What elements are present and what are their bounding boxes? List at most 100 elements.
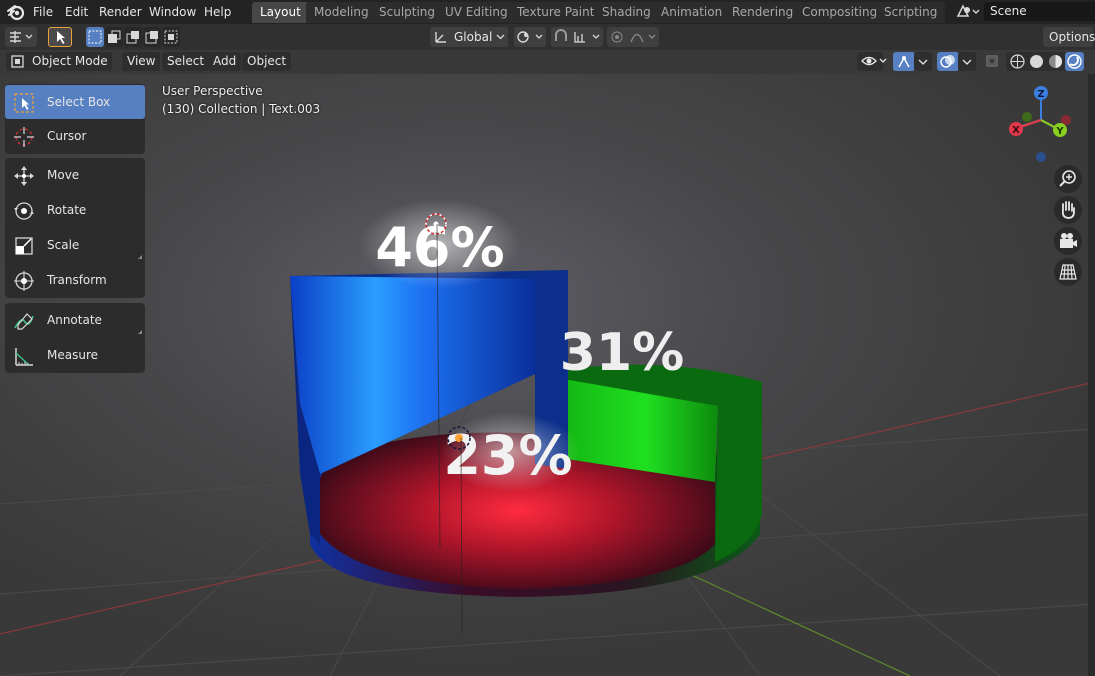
- select-mode-new-button[interactable]: [86, 27, 104, 47]
- snap-icon: [555, 29, 600, 43]
- tool-label: Move: [47, 168, 80, 182]
- camera-view-button[interactable]: [1054, 227, 1082, 255]
- tab-uv-editing[interactable]: UV Editing: [437, 2, 516, 23]
- editor-type-button[interactable]: [5, 27, 37, 47]
- scene-render: 46% 31% 23%: [0, 74, 1095, 676]
- tool-label: Rotate: [47, 203, 87, 217]
- tool-annotate[interactable]: Annotate: [5, 303, 145, 337]
- 3d-viewport[interactable]: 46% 31% 23% Select Box Cursor Move Rotat…: [0, 74, 1095, 676]
- rotate-icon: [14, 202, 34, 220]
- solid-shading-icon[interactable]: [1028, 53, 1045, 70]
- scene-name-field[interactable]: Scene: [984, 2, 1095, 21]
- xray-icon: [986, 55, 998, 67]
- object-mode-label: Object Mode: [32, 54, 108, 68]
- pan-button[interactable]: [1054, 196, 1082, 224]
- chevron-down-icon: [962, 59, 972, 65]
- pivot-icon: [517, 31, 543, 43]
- chevron-down-icon: [918, 59, 928, 65]
- scene-selector-button[interactable]: [954, 2, 982, 21]
- visibility-dropdown[interactable]: [857, 52, 887, 71]
- tab-scripting[interactable]: Scripting: [876, 2, 946, 23]
- tool-cursor[interactable]: Cursor: [5, 119, 145, 153]
- snap-group[interactable]: [551, 27, 603, 47]
- tool-label: Measure: [47, 348, 98, 362]
- tool-label: Scale: [47, 238, 80, 252]
- menu-select[interactable]: Select: [162, 52, 210, 71]
- viewport-collection-label: (130) Collection | Text.003: [162, 102, 321, 116]
- xray-toggle-button[interactable]: [982, 52, 1002, 71]
- select-extend-icon: [108, 30, 121, 43]
- select-mode-extend-button[interactable]: [105, 27, 123, 47]
- gizmo-toggle-button[interactable]: [893, 52, 915, 71]
- overlays-dropdown[interactable]: [958, 52, 976, 71]
- tab-modeling[interactable]: Modeling: [306, 2, 377, 23]
- gizmo-neg-z[interactable]: [1036, 152, 1046, 162]
- rendered-shading-button[interactable]: [1065, 52, 1084, 71]
- tab-compositing[interactable]: Compositing: [794, 2, 886, 23]
- pie-label-blue: 46%: [375, 216, 504, 279]
- gizmo-z-label: Z: [1037, 89, 1044, 100]
- menu-edit[interactable]: Edit: [65, 3, 88, 21]
- tab-animation[interactable]: Animation: [653, 2, 731, 23]
- blender-logo-icon[interactable]: [6, 2, 26, 22]
- tab-texture-paint[interactable]: Texture Paint: [509, 2, 603, 23]
- tool-measure[interactable]: Measure: [5, 338, 145, 372]
- perspective-toggle-button[interactable]: [1054, 258, 1082, 286]
- pivot-point-dropdown[interactable]: [514, 27, 546, 47]
- select-mode-subtract-button[interactable]: [124, 27, 142, 47]
- overlays-toggle-button[interactable]: [937, 52, 959, 71]
- tab-shading[interactable]: Shading: [594, 2, 659, 23]
- gizmo-dropdown[interactable]: [914, 52, 932, 71]
- pie-label-green: 31%: [560, 323, 684, 383]
- select-intersect-icon: [164, 30, 178, 44]
- proportional-edit-group[interactable]: [607, 27, 659, 47]
- tool-shelf-group-select: Select Box Cursor: [5, 84, 145, 154]
- tool-shelf-group-annotate: Annotate Measure: [5, 303, 145, 373]
- measure-icon: [15, 348, 33, 366]
- wireframe-shading-icon[interactable]: [1009, 53, 1026, 70]
- eye-icon: [861, 56, 887, 66]
- select-mode-intersect-button[interactable]: [162, 27, 180, 47]
- sidebar-edge[interactable]: [1088, 74, 1095, 676]
- tool-scale[interactable]: Scale: [5, 228, 145, 262]
- gizmo-icon: [898, 56, 910, 68]
- editor-type-icon: [10, 31, 33, 43]
- viewport-header: Object Mode View Select Add Object: [0, 50, 1095, 74]
- annotate-icon: [14, 313, 34, 330]
- tab-layout[interactable]: Layout: [252, 2, 309, 23]
- tool-label: Select Box: [47, 95, 111, 109]
- menu-render[interactable]: Render: [99, 3, 142, 21]
- tool-label: Annotate: [47, 313, 102, 327]
- options-label: Options: [1049, 30, 1095, 44]
- menu-window[interactable]: Window: [149, 3, 196, 21]
- tool-rotate[interactable]: Rotate: [5, 193, 145, 227]
- gizmo-neg-y[interactable]: [1022, 112, 1032, 122]
- tool-transform[interactable]: Transform: [5, 263, 145, 297]
- gizmo-x-label: X: [1012, 125, 1020, 136]
- menu-file[interactable]: File: [33, 3, 53, 21]
- object-mode-dropdown[interactable]: Object Mode: [6, 52, 112, 71]
- navigation-gizmo[interactable]: Z X Y: [1000, 84, 1080, 164]
- zoom-button[interactable]: [1054, 165, 1082, 193]
- tool-shelf-group-transform: Move Rotate Scale Transform: [5, 158, 145, 298]
- menu-add[interactable]: Add: [208, 52, 242, 71]
- select-mode-invert-button[interactable]: [143, 27, 161, 47]
- camera-icon: [1060, 233, 1077, 248]
- tool-move[interactable]: Move: [5, 158, 145, 192]
- options-button[interactable]: Options: [1043, 27, 1095, 47]
- tab-sculpting[interactable]: Sculpting: [371, 2, 444, 23]
- active-tool-button[interactable]: [48, 27, 72, 47]
- menu-view[interactable]: View: [122, 52, 161, 71]
- tool-select-box[interactable]: Select Box: [5, 85, 145, 119]
- transform-orientation-dropdown[interactable]: Global: [430, 27, 508, 47]
- select-new-icon: [88, 30, 102, 44]
- material-shading-icon[interactable]: [1047, 53, 1064, 70]
- menu-help[interactable]: Help: [204, 3, 231, 21]
- select-subtract-icon: [126, 31, 139, 44]
- tab-rendering[interactable]: Rendering: [724, 2, 802, 23]
- top-bar: File Edit Render Window Help Layout Mode…: [0, 0, 1095, 24]
- tool-label: Cursor: [47, 129, 87, 143]
- orientation-icon: [435, 32, 446, 43]
- transform-icon: [14, 271, 34, 291]
- menu-object[interactable]: Object: [242, 52, 292, 71]
